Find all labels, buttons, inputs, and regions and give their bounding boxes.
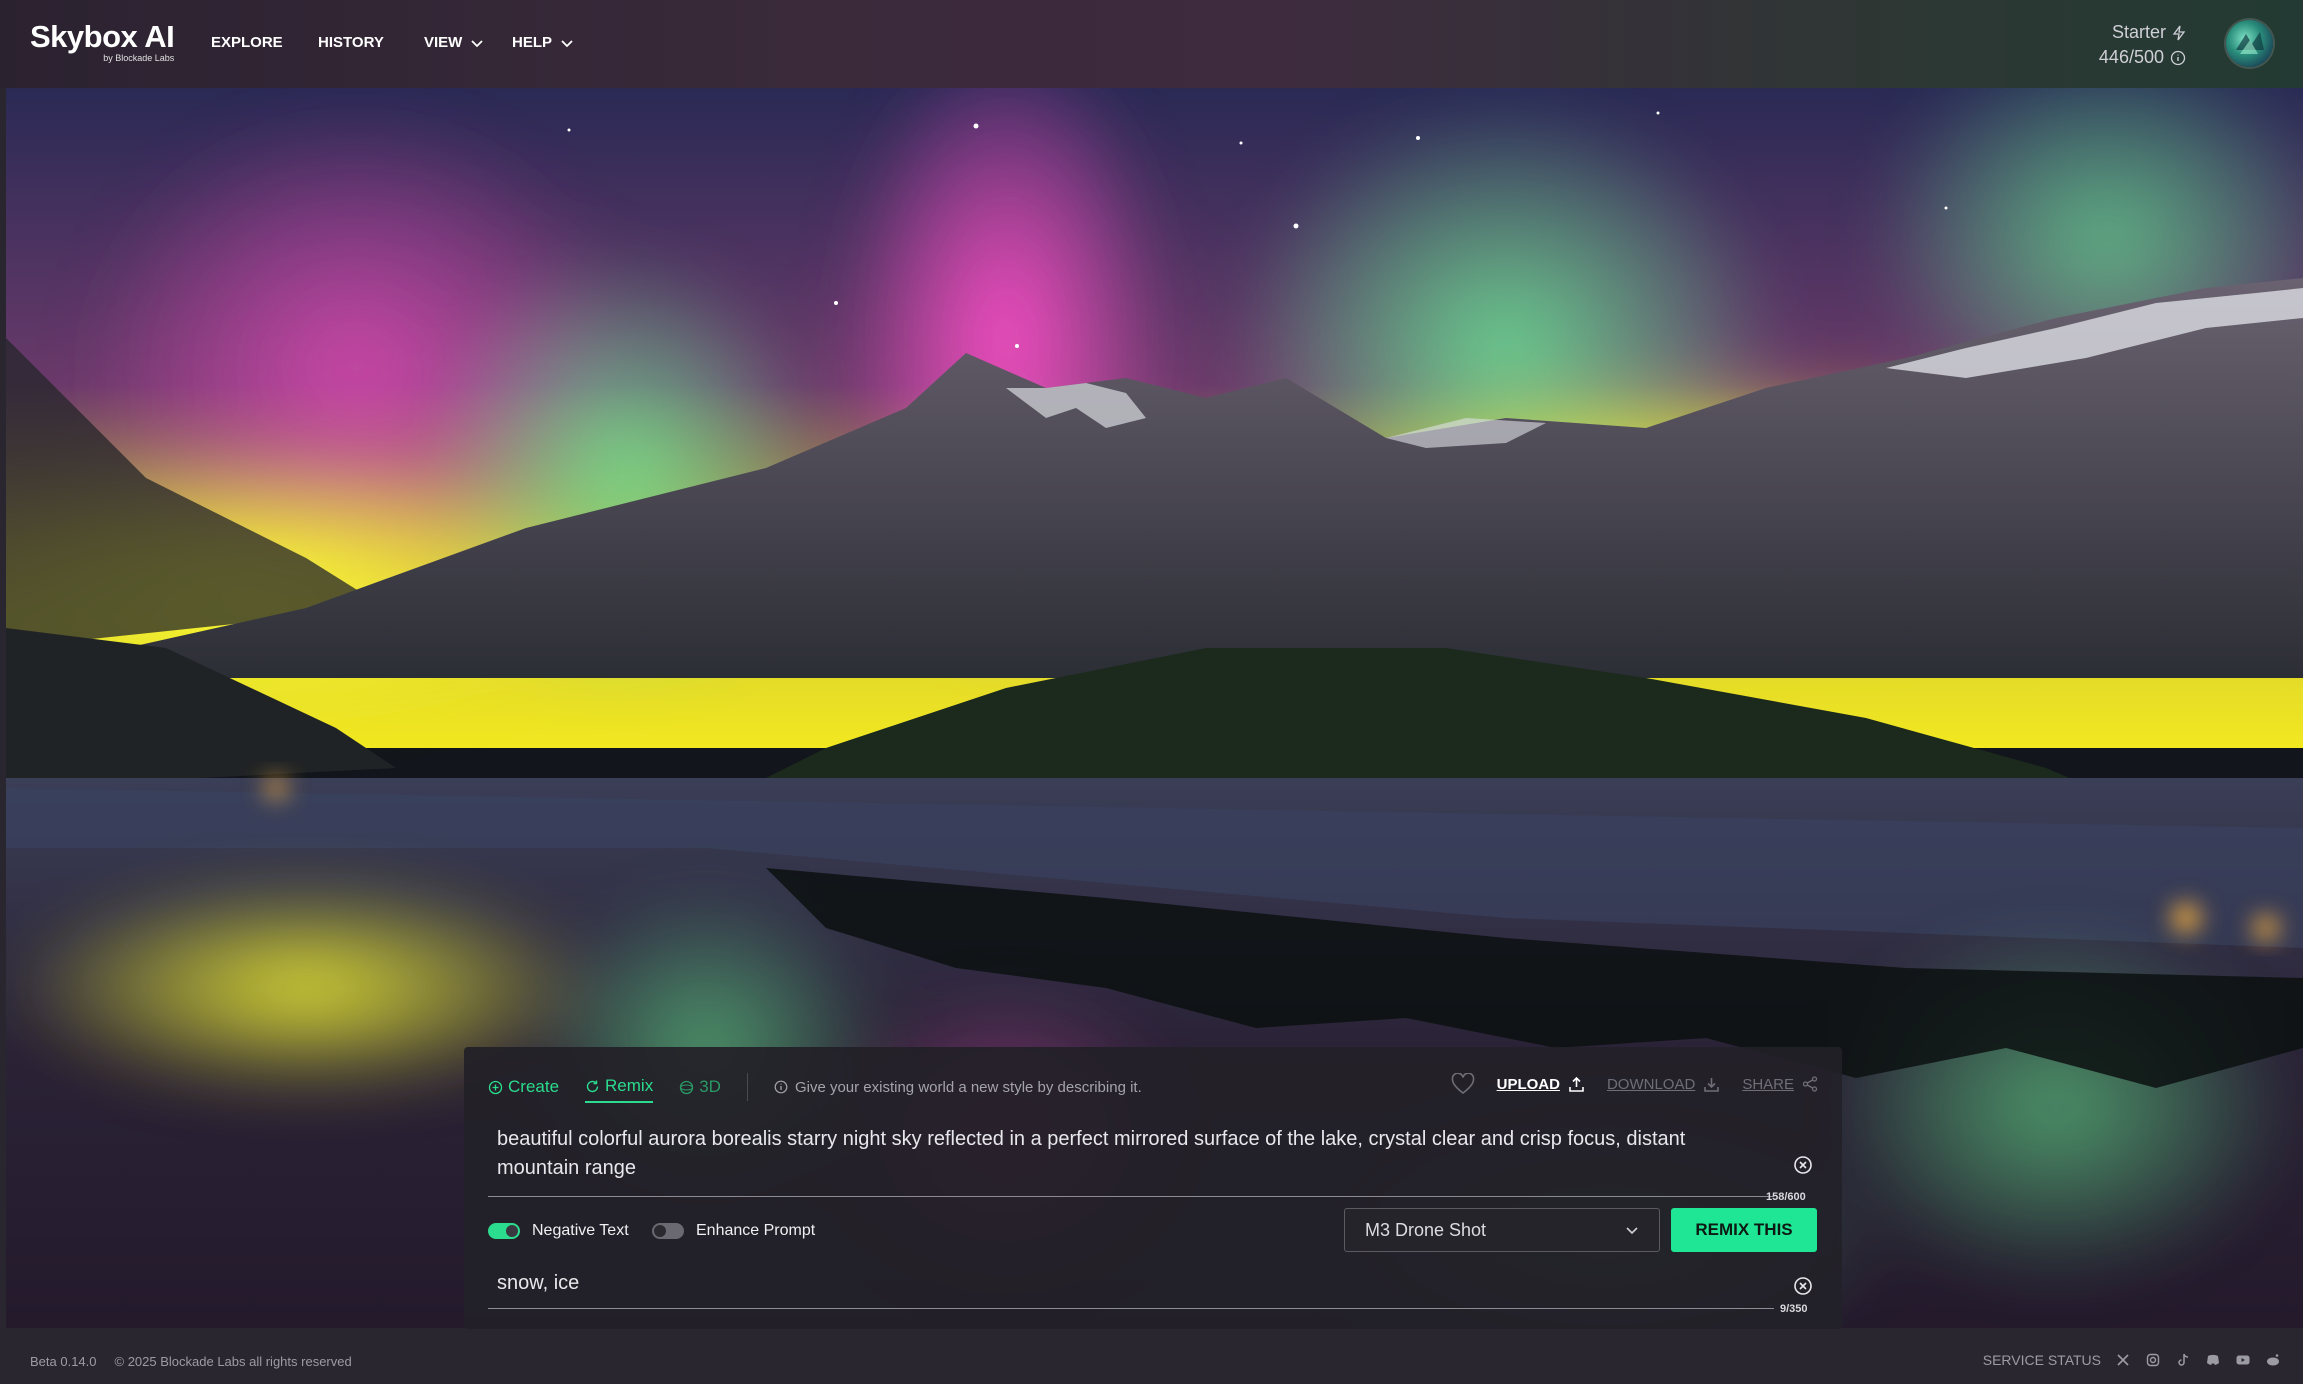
- tab-remix-label: Remix: [605, 1076, 654, 1095]
- lightning-icon: [2172, 25, 2186, 40]
- logo-text: Skybox AI: [30, 19, 175, 54]
- tab-3d[interactable]: 3D: [679, 1072, 721, 1102]
- info-icon[interactable]: [2170, 50, 2186, 66]
- plan-name: Starter: [2111, 22, 2166, 42]
- nav-view[interactable]: VIEW: [424, 34, 484, 51]
- logo[interactable]: Skybox AI by Blockade Labs: [30, 19, 175, 64]
- nav-help[interactable]: HELP: [512, 34, 574, 51]
- style-select-value: M3 Drone Shot: [1365, 1219, 1487, 1240]
- negative-char-counter: 9/350: [1780, 1303, 1808, 1315]
- tab-create-label: Create: [508, 1077, 560, 1096]
- nav-help-label: HELP: [512, 34, 553, 51]
- plus-circle-icon: [488, 1080, 503, 1094]
- info-icon: [774, 1080, 788, 1094]
- top-nav-bar: Skybox AI by Blockade Labs EXPLORE HISTO…: [0, 0, 2303, 88]
- enhance-prompt-switch[interactable]: [652, 1223, 684, 1239]
- nav-history-label: HISTORY: [318, 34, 384, 51]
- discord-icon[interactable]: [2205, 1352, 2221, 1368]
- tab-create[interactable]: Create: [488, 1072, 559, 1102]
- mode-tabs: Create Remix 3D Give your existing world…: [488, 1071, 1142, 1103]
- version-label: Beta 0.14.0: [30, 1354, 97, 1369]
- clear-prompt-icon[interactable]: [1793, 1155, 1813, 1175]
- heart-icon[interactable]: [1451, 1073, 1475, 1095]
- share-icon: [1802, 1076, 1818, 1092]
- youtube-icon[interactable]: [2235, 1352, 2251, 1368]
- plan-info[interactable]: Starter 446/500: [2099, 22, 2186, 68]
- chevron-down-icon: [1626, 1227, 1638, 1235]
- nav-view-label: VIEW: [424, 34, 463, 51]
- download-label: DOWNLOAD: [1606, 1075, 1696, 1093]
- mode-hint-text: Give your existing world a new style by …: [794, 1078, 1142, 1096]
- globe-icon: [680, 1080, 694, 1094]
- share-label: SHARE: [1742, 1075, 1794, 1093]
- mode-hint: Give your existing world a new style by …: [774, 1079, 1142, 1096]
- panel-actions: UPLOAD DOWNLOAD SHARE: [1451, 1073, 1818, 1095]
- x-icon[interactable]: [2115, 1352, 2131, 1368]
- refresh-icon: [586, 1080, 599, 1092]
- tab-divider: [746, 1073, 748, 1101]
- negative-underline: [488, 1308, 1774, 1309]
- prompt-panel: Create Remix 3D Give your existing world…: [464, 1047, 1842, 1329]
- negative-text-input[interactable]: snow, ice: [497, 1272, 579, 1295]
- tiktok-icon[interactable]: [2175, 1352, 2191, 1368]
- prompt-char-counter: 158/600: [1766, 1191, 1806, 1203]
- upload-label: UPLOAD: [1496, 1075, 1560, 1093]
- logo-subtitle: by Blockade Labs: [103, 53, 175, 63]
- tab-3d-label: 3D: [699, 1077, 721, 1096]
- avatar-pattern-icon: [2236, 32, 2264, 54]
- share-button[interactable]: SHARE: [1742, 1076, 1818, 1093]
- upload-icon: [1569, 1076, 1584, 1092]
- copyright-text: © 2025 Blockade Labs all rights reserved: [114, 1354, 352, 1369]
- remix-this-button[interactable]: REMIX THIS: [1671, 1208, 1817, 1252]
- nav-explore[interactable]: EXPLORE: [211, 34, 283, 51]
- instagram-icon[interactable]: [2145, 1352, 2161, 1368]
- upload-button[interactable]: UPLOAD: [1497, 1076, 1585, 1093]
- nav-explore-label: EXPLORE: [211, 34, 283, 51]
- style-select[interactable]: M3 Drone Shot: [1344, 1208, 1660, 1252]
- download-button[interactable]: DOWNLOAD: [1607, 1076, 1720, 1093]
- chevron-down-icon: [471, 39, 483, 47]
- prompt-underline: [488, 1196, 1774, 1197]
- enhance-prompt-toggle[interactable]: Enhance Prompt: [652, 1222, 815, 1240]
- prompt-input[interactable]: beautiful colorful aurora borealis starr…: [497, 1125, 1747, 1183]
- negative-text-label: Negative Text: [532, 1222, 629, 1239]
- credits-count: 446/500: [2098, 47, 2164, 67]
- service-status-link[interactable]: SERVICE STATUS: [1983, 1352, 2101, 1368]
- nav-history[interactable]: HISTORY: [318, 34, 384, 51]
- negative-text-toggle[interactable]: Negative Text: [488, 1222, 629, 1240]
- chevron-down-icon: [561, 39, 573, 47]
- enhance-prompt-label: Enhance Prompt: [696, 1222, 816, 1239]
- clear-negative-icon[interactable]: [1793, 1276, 1813, 1296]
- tab-remix[interactable]: Remix: [585, 1071, 654, 1103]
- footer: Beta 0.14.0 © 2025 Blockade Labs all rig…: [0, 1340, 2303, 1384]
- negative-text-switch[interactable]: [488, 1223, 520, 1239]
- reddit-icon[interactable]: [2265, 1352, 2281, 1368]
- avatar[interactable]: [2226, 20, 2273, 67]
- download-icon: [1704, 1077, 1720, 1092]
